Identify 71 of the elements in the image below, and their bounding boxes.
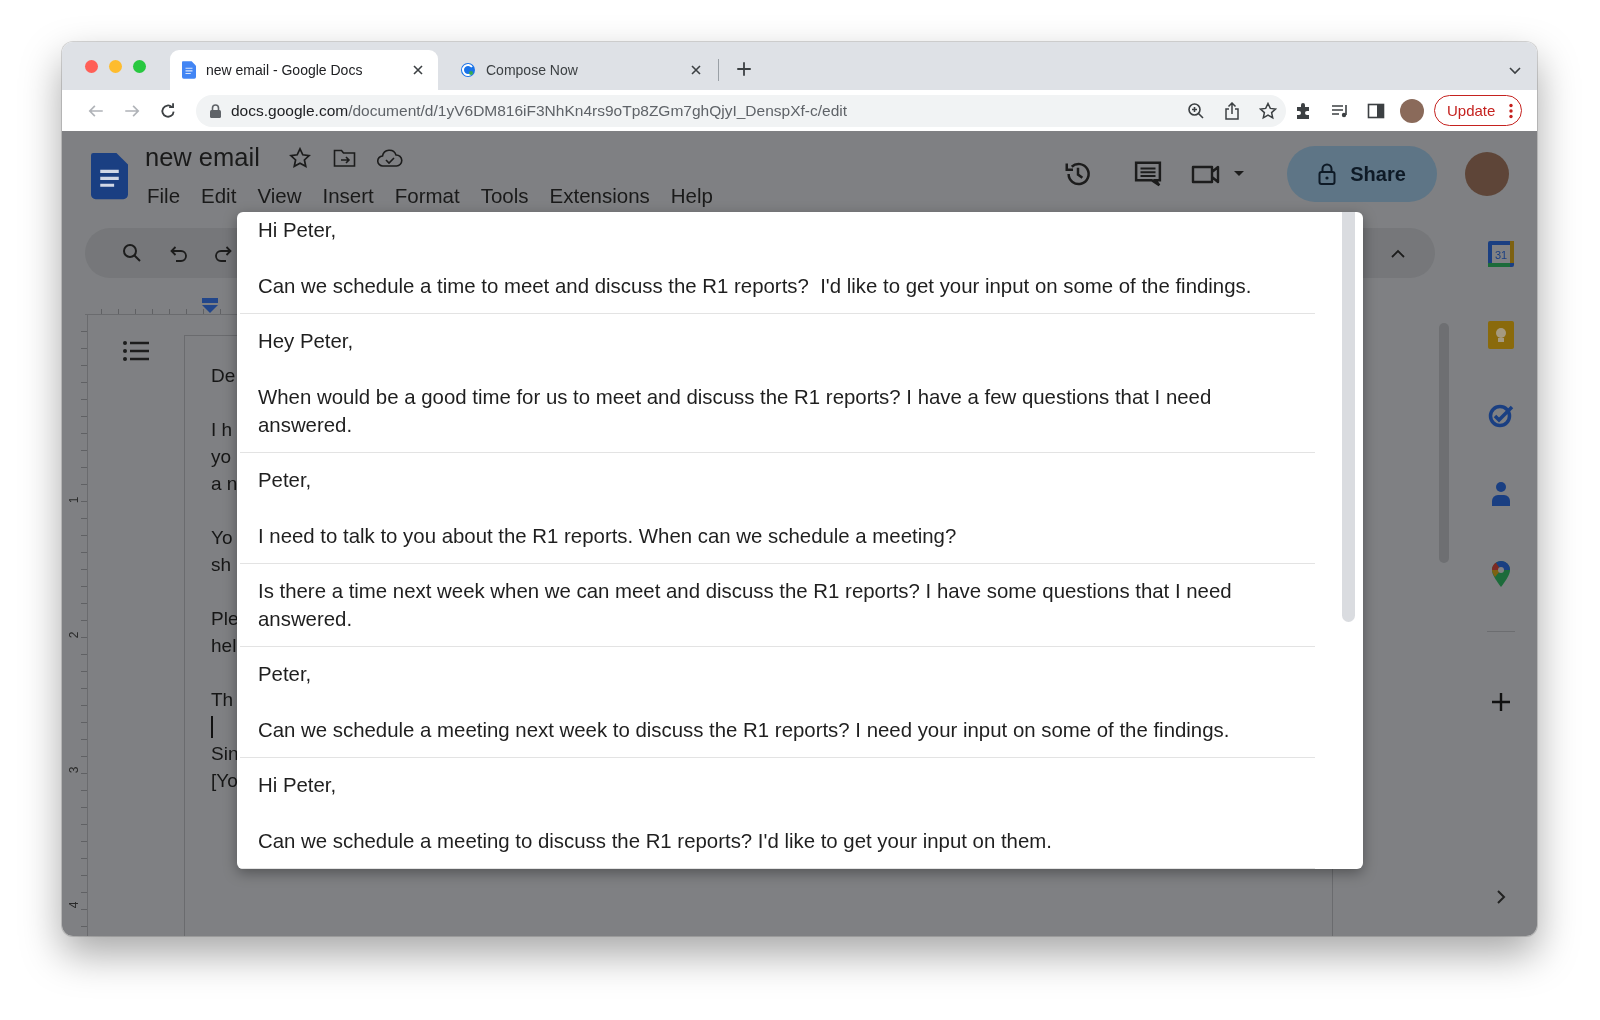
- check-circle-icon: [1488, 402, 1514, 428]
- document-text: Th: [211, 688, 234, 712]
- document-text: Yo: [211, 526, 233, 550]
- chevron-right-icon: [1495, 888, 1507, 906]
- tasks-button[interactable]: [1488, 402, 1514, 428]
- undo-icon: [168, 244, 188, 262]
- document-text: sh: [211, 553, 232, 577]
- menu-item[interactable]: Extensions: [547, 182, 661, 210]
- menu-item[interactable]: Format: [392, 182, 471, 210]
- profile-avatar[interactable]: [1400, 98, 1424, 123]
- url-text[interactable]: docs.google.com/document/d/1yV6DM816iF3NhKn4rs9oTp8ZGm7ghQjyI_DenspXf-c/edit: [231, 101, 1178, 120]
- star-icon: [289, 146, 312, 169]
- document-text: [Yo: [211, 769, 238, 793]
- menu-item[interactable]: File: [145, 182, 192, 210]
- suggestion-item[interactable]: Is there a time next week when we can meet and discuss the R1 reports? I have some questions that I need answered.: [240, 564, 1315, 647]
- document-text: Sin: [211, 742, 239, 766]
- add-button[interactable]: [1489, 690, 1513, 714]
- suggestion-item[interactable]: Peter, Can we schedule a meeting next week to discuss the R1 reports? I need your input on some of the findings.: [240, 647, 1315, 758]
- update-button[interactable]: Update: [1434, 95, 1523, 126]
- suggestion-item[interactable]: Hey Peter, When would be a good time for us to meet and discuss the R1 reports? I have a few questions that I need answered.: [240, 314, 1315, 453]
- suggestion-item[interactable]: Hi Peter, Can we schedule a time to meet and discuss the R1 reports? I'd like to get your input on some of the findings.: [240, 214, 1315, 314]
- maps-button[interactable]: [1491, 560, 1511, 588]
- suggestion-item[interactable]: Hi Peter, Can we schedule a meeting to discuss the R1 reports? I'd like to get your input on them.: [240, 758, 1315, 869]
- comment-icon: [1133, 159, 1163, 189]
- docs-logo-icon[interactable]: [91, 152, 128, 200]
- cloud-check-icon: [377, 147, 404, 168]
- new-tab-button[interactable]: [735, 60, 753, 78]
- plus-icon: [1489, 690, 1513, 714]
- indent-marker-icon[interactable]: [201, 298, 219, 314]
- expand-button[interactable]: [1495, 888, 1507, 906]
- document-text: Ple: [211, 607, 239, 631]
- document-text: De: [211, 364, 236, 388]
- document-title[interactable]: new email: [145, 143, 260, 172]
- lock-icon: [210, 103, 221, 118]
- share-button[interactable]: Share: [1287, 146, 1437, 202]
- person-icon: [1489, 481, 1513, 507]
- side-panel-icon: [1367, 101, 1385, 120]
- document-text: yo: [211, 445, 232, 469]
- menu-item[interactable]: View: [255, 182, 313, 210]
- star-icon: [1259, 101, 1277, 120]
- ruler-number: 4: [67, 901, 82, 909]
- folder-icon: [333, 147, 358, 168]
- document-text: a n: [211, 472, 238, 496]
- redo-icon: [214, 244, 234, 262]
- contacts-button[interactable]: [1489, 481, 1513, 507]
- browser-tab[interactable]: Compose Now: [448, 50, 716, 90]
- reload-icon: [159, 101, 177, 120]
- search-icon: [122, 243, 142, 263]
- swirl-icon: [460, 62, 476, 78]
- bulb-icon: [1488, 321, 1514, 349]
- ruler-number: 1: [67, 496, 82, 504]
- menu-item[interactable]: Edit: [199, 182, 248, 210]
- more-icon: [1509, 102, 1514, 119]
- chevron-up-icon: [1389, 247, 1407, 259]
- browser-tab[interactable]: new email - Google Docs: [170, 50, 438, 90]
- document-text: I h: [211, 418, 233, 442]
- list-icon: [122, 339, 150, 363]
- lock-icon: [1318, 163, 1337, 185]
- zoom-in-icon: [1187, 101, 1205, 120]
- suggestion-item[interactable]: Peter, I need to talk to you about the R1 reports. When can we schedule a meeting?: [240, 453, 1315, 564]
- menu-item[interactable]: Insert: [320, 182, 385, 210]
- menu-item[interactable]: Help: [668, 182, 724, 210]
- ruler-number: 2: [67, 631, 82, 639]
- map-pin-icon: [1491, 560, 1511, 588]
- address-field[interactable]: docs.google.com/document/d/1yV6DM816iF3NhKn4rs9oTp8ZGm7ghQjyI_DenspXf-c/edit: [196, 94, 1286, 127]
- document-icon: [182, 61, 196, 79]
- ruler-number: 3: [67, 766, 82, 774]
- document-text: hel: [211, 634, 237, 658]
- share-icon: [1224, 101, 1240, 120]
- plus-icon: [735, 60, 753, 78]
- menu-item[interactable]: Tools: [478, 182, 540, 210]
